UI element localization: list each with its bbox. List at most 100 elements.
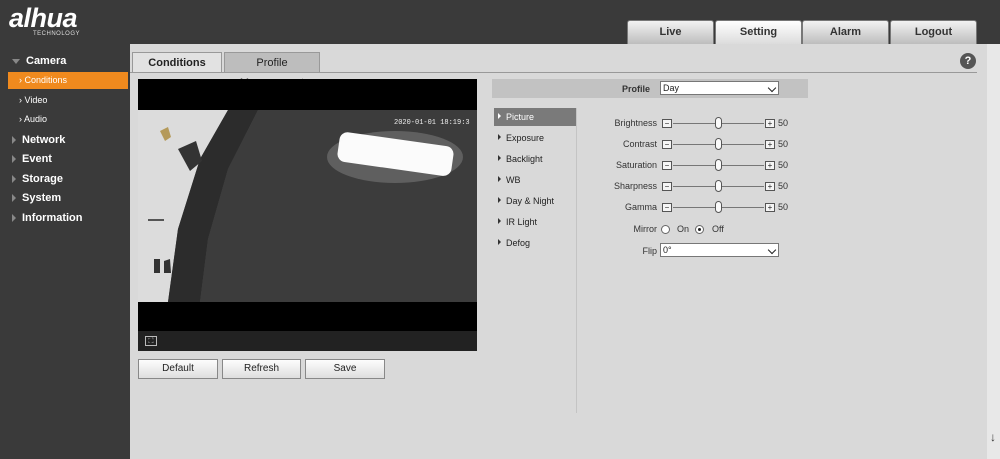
sidebar-item-information[interactable]: Information (0, 212, 130, 224)
expand-icon (12, 136, 16, 145)
sharpness-value: 50 (778, 181, 789, 191)
contrast-value: 50 (778, 139, 789, 149)
menu-item-defog[interactable]: Defog (494, 234, 576, 252)
sharpness-slider-knob[interactable] (715, 180, 722, 192)
sidebar-subitem-label: Video (24, 95, 48, 105)
contrast-decrease-button[interactable]: − (662, 140, 672, 149)
expand-icon (12, 175, 16, 184)
sidebar-subitem-label: Conditions (24, 75, 68, 85)
sidebar-subitem-conditions[interactable]: › Conditions (8, 72, 128, 89)
sidebar-item-system[interactable]: System (0, 192, 130, 204)
chevron-right-icon: › (19, 114, 22, 124)
page-scrollbar[interactable] (987, 44, 1000, 459)
sidebar-item-label: Information (22, 212, 83, 224)
brightness-decrease-button[interactable]: − (662, 119, 672, 128)
mirror-off-radio[interactable] (695, 225, 704, 234)
menu-item-label: Exposure (506, 133, 545, 143)
arrow-right-icon (498, 218, 501, 224)
menu-divider (576, 108, 577, 413)
menu-item-exposure[interactable]: Exposure (494, 129, 576, 147)
chevron-right-icon: › (19, 75, 22, 85)
contrast-slider-knob[interactable] (715, 138, 722, 150)
flip-select-value: 0° (663, 245, 672, 255)
gamma-slider-knob[interactable] (715, 201, 722, 213)
fullscreen-icon[interactable]: ⛶ (145, 336, 157, 346)
arrow-right-icon (498, 176, 501, 182)
expand-icon (12, 155, 16, 164)
mirror-label: Mirror (633, 224, 658, 234)
sharpness-label: Sharpness (613, 181, 657, 191)
help-icon[interactable]: ? (960, 53, 976, 69)
brightness-increase-button[interactable]: + (765, 119, 775, 128)
video-timestamp: 2020-01-01 18:19:3 (394, 119, 470, 127)
tab-conditions[interactable]: Conditions (132, 52, 222, 72)
contrast-increase-button[interactable]: + (765, 140, 775, 149)
sidebar-subitem-label: Audio (24, 114, 48, 124)
video-preview: 2020-01-01 18:19:3 ⛶ (138, 79, 477, 351)
expand-icon (12, 58, 20, 64)
menu-item-label: Day & Night (506, 196, 555, 206)
profile-label: Profile (622, 84, 651, 94)
tab-setting[interactable]: Setting (715, 20, 802, 44)
tab-logout[interactable]: Logout (890, 20, 977, 44)
arrow-right-icon (498, 155, 501, 161)
sidebar-item-camera[interactable]: Camera (0, 55, 130, 67)
sidebar-item-label: Camera (26, 55, 67, 67)
arrow-right-icon (498, 239, 501, 245)
saturation-label: Saturation (615, 160, 657, 170)
saturation-decrease-button[interactable]: − (662, 161, 672, 170)
scroll-down-icon[interactable]: ↓ (990, 430, 996, 444)
saturation-increase-button[interactable]: + (765, 161, 775, 170)
menu-item-label: Defog (506, 238, 531, 248)
sidebar-item-network[interactable]: Network (0, 134, 130, 146)
mirror-on-radio[interactable] (661, 225, 670, 234)
saturation-slider-knob[interactable] (715, 159, 722, 171)
sharpness-decrease-button[interactable]: − (662, 182, 672, 191)
menu-item-wb[interactable]: WB (494, 171, 576, 189)
profile-select-value: Day (663, 83, 680, 93)
sidebar (0, 44, 130, 459)
sidebar-item-event[interactable]: Event (0, 153, 130, 165)
chevron-right-icon: › (19, 95, 22, 105)
brightness-slider-knob[interactable] (715, 117, 722, 129)
sharpness-increase-button[interactable]: + (765, 182, 775, 191)
sidebar-item-label: Storage (22, 173, 63, 185)
gamma-label: Gamma (624, 202, 657, 212)
brightness-value: 50 (778, 118, 789, 128)
gamma-value: 50 (778, 202, 789, 212)
menu-item-picture[interactable]: Picture (494, 108, 576, 126)
arrow-right-icon (498, 113, 501, 119)
default-button[interactable]: Default (138, 359, 218, 379)
flip-select[interactable]: 0° (660, 243, 779, 257)
chevron-down-icon (767, 245, 777, 255)
contrast-label: Contrast (622, 139, 657, 149)
menu-item-label: Backlight (506, 154, 543, 164)
sidebar-item-storage[interactable]: Storage (0, 173, 130, 185)
tab-alarm[interactable]: Alarm (802, 20, 889, 44)
sidebar-item-label: System (22, 192, 62, 204)
brand-logo-subtitle: TECHNOLOGY (33, 31, 81, 37)
menu-item-ir-light[interactable]: IR Light (494, 213, 576, 231)
arrow-right-icon (498, 134, 501, 140)
mirror-off-label: Off (712, 224, 724, 234)
tab-live[interactable]: Live (627, 20, 714, 44)
tab-profile-management[interactable]: Profile Management (224, 52, 320, 89)
save-button[interactable]: Save (305, 359, 385, 379)
sidebar-item-label: Network (22, 134, 66, 146)
flip-label: Flip (642, 246, 657, 256)
sidebar-subitem-audio[interactable]: › Audio (0, 114, 130, 124)
menu-item-backlight[interactable]: Backlight (494, 150, 576, 168)
chevron-down-icon (767, 83, 777, 93)
gamma-increase-button[interactable]: + (765, 203, 775, 212)
arrow-right-icon (498, 197, 501, 203)
brand-logo: alhua (9, 3, 78, 33)
profile-select[interactable]: Day (660, 81, 779, 95)
menu-item-label: Picture (506, 112, 535, 122)
expand-icon (12, 194, 16, 203)
brightness-label: Brightness (614, 118, 657, 128)
sidebar-subitem-video[interactable]: › Video (0, 95, 130, 105)
menu-item-label: WB (506, 175, 521, 185)
gamma-decrease-button[interactable]: − (662, 203, 672, 212)
refresh-button[interactable]: Refresh (222, 359, 301, 379)
menu-item-day-night[interactable]: Day & Night (494, 192, 576, 210)
